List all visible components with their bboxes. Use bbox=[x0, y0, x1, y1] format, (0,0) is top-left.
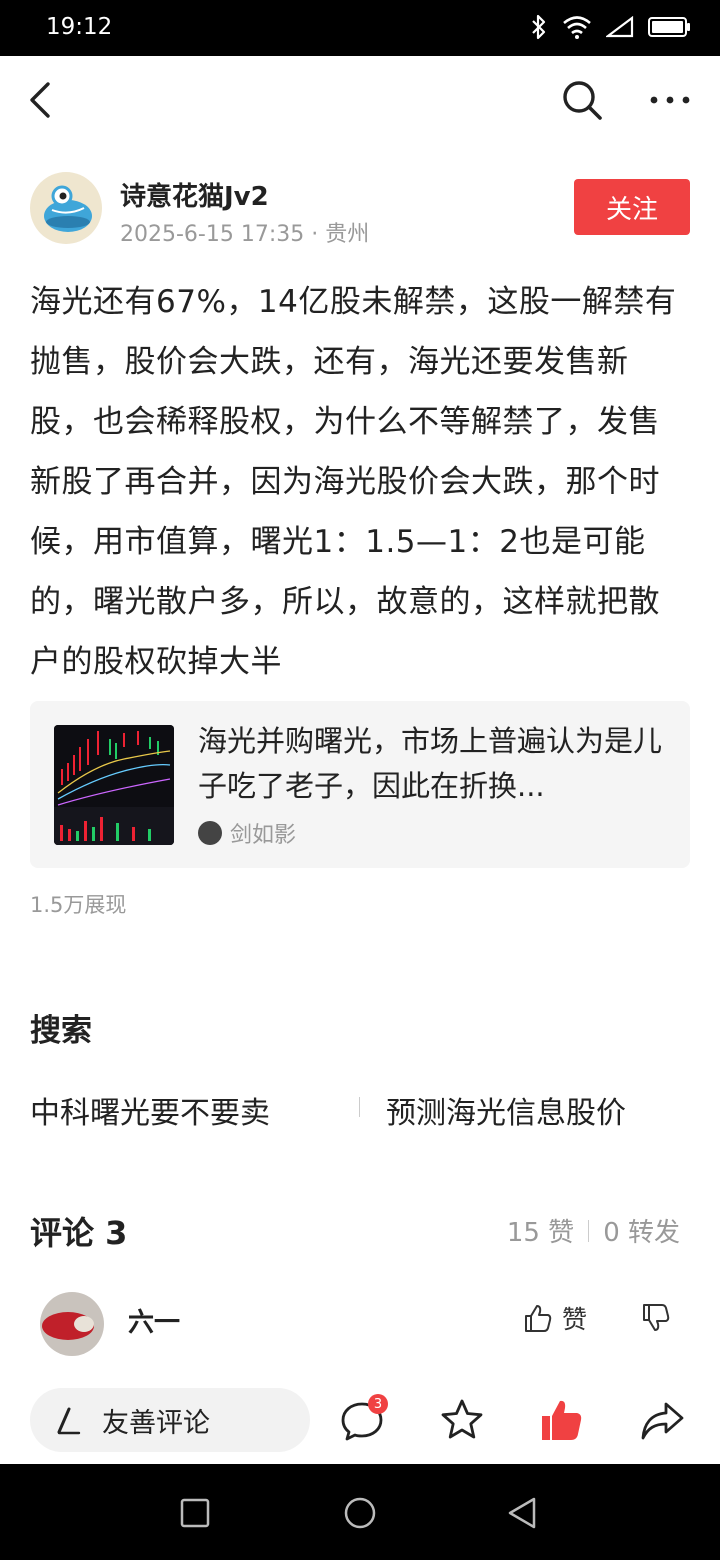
repost-count[interactable]: 0 转发 bbox=[603, 1212, 680, 1249]
author-name[interactable]: 诗意花猫Jv2 bbox=[120, 176, 269, 213]
share-icon[interactable] bbox=[638, 1396, 686, 1444]
search-section-title: 搜索 bbox=[30, 1013, 92, 1049]
wifi-icon bbox=[563, 16, 591, 39]
battery-icon bbox=[648, 17, 690, 37]
stats-divider bbox=[588, 1219, 590, 1242]
commenter-name[interactable]: 六一 bbox=[128, 1302, 180, 1339]
bottom-action-bar: 友善评论 3 bbox=[0, 1376, 720, 1464]
author-row: 诗意花猫Jv2 2025-6-15 17:35 · 贵州 关注 bbox=[30, 172, 690, 252]
like-count[interactable]: 15 赞 bbox=[507, 1212, 574, 1249]
comments-button[interactable]: 3 bbox=[338, 1394, 388, 1444]
comment-count-badge: 3 bbox=[368, 1394, 388, 1414]
thumbs-down-icon[interactable] bbox=[640, 1302, 672, 1334]
article-title: 海光并购曙光，市场上普遍认为是儿子吃了老子，因此在折换... bbox=[198, 724, 663, 803]
star-icon[interactable] bbox=[438, 1396, 486, 1444]
more-icon[interactable] bbox=[646, 86, 694, 114]
back-nav-icon[interactable] bbox=[506, 1496, 538, 1530]
author-avatar[interactable] bbox=[30, 172, 102, 244]
post-stats: 15 赞 0 转发 bbox=[507, 1212, 680, 1249]
article-author-avatar bbox=[198, 821, 222, 845]
back-icon[interactable] bbox=[22, 76, 62, 124]
comment-input-placeholder: 友善评论 bbox=[102, 1407, 210, 1439]
article-author: 剑如影 bbox=[198, 817, 296, 849]
article-author-name: 剑如影 bbox=[230, 823, 297, 848]
search-divider bbox=[359, 1097, 360, 1117]
signal-icon bbox=[606, 16, 634, 38]
pen-icon bbox=[57, 1407, 81, 1435]
search-suggestion[interactable]: 预测海光信息股价 bbox=[386, 1088, 626, 1132]
comment-input[interactable]: 友善评论 bbox=[30, 1388, 310, 1452]
search-icon[interactable] bbox=[558, 76, 606, 124]
thumbs-up-icon bbox=[525, 1305, 552, 1332]
comments-header: 评论 3 bbox=[30, 1214, 128, 1252]
bluetooth-icon bbox=[532, 14, 546, 40]
status-time: 19:12 bbox=[46, 14, 113, 40]
status-icons bbox=[530, 14, 692, 40]
recent-apps-icon[interactable] bbox=[180, 1498, 210, 1528]
post-body: 海光还有67%，14亿股未解禁，这股一解禁有抛售，股价会大跌，还有，海光还要发售… bbox=[30, 284, 677, 680]
view-count: 1.5万展现 bbox=[30, 893, 127, 917]
article-thumbnail bbox=[54, 725, 174, 845]
referenced-article-card[interactable]: 海光并购曙光，市场上普遍认为是儿子吃了老子，因此在折换... 剑如影 bbox=[30, 701, 690, 868]
top-nav-bar bbox=[0, 56, 720, 144]
search-suggestion[interactable]: 中科曙光要不要卖 bbox=[30, 1088, 270, 1132]
comment-like-label: 赞 bbox=[562, 1305, 588, 1334]
liked-thumbs-up-icon[interactable] bbox=[538, 1396, 586, 1444]
home-icon[interactable] bbox=[343, 1496, 377, 1530]
commenter-avatar[interactable] bbox=[40, 1292, 104, 1356]
comment-like-button[interactable]: 赞 bbox=[522, 1300, 587, 1336]
follow-button[interactable]: 关注 bbox=[574, 179, 690, 235]
comment-item: 六一 赞 bbox=[40, 1292, 680, 1362]
system-nav-bar bbox=[0, 1464, 720, 1560]
post-meta: 2025-6-15 17:35 · 贵州 bbox=[120, 222, 370, 247]
status-bar: 19:12 bbox=[0, 0, 720, 56]
